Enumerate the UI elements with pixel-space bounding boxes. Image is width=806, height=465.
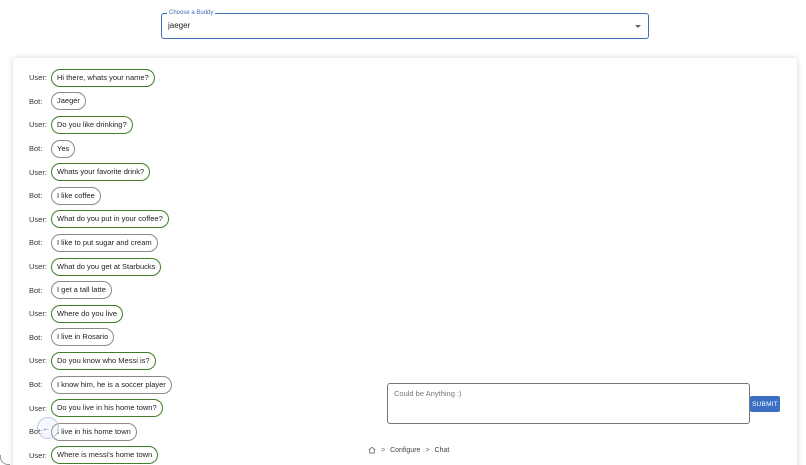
message-row: Bot: I get a tall latte — [29, 278, 172, 302]
user-message-bubble: Whats your favorite drink? — [51, 163, 151, 182]
breadcrumb-item-chat: Chat — [434, 446, 450, 454]
speaker-label: User: — [29, 309, 47, 319]
speaker-label: User: — [29, 450, 47, 460]
speaker-label: User: — [29, 403, 47, 413]
bot-message-bubble: Yes — [51, 139, 76, 158]
message-row: User: What do you put in your coffee? — [29, 208, 172, 232]
buddy-select-label: Choose a Buddy — [167, 8, 216, 18]
breadcrumb-separator: > — [381, 446, 386, 454]
message-row: User: Do you know who Messi is? — [29, 349, 172, 373]
window-corner — [0, 455, 10, 465]
message-row: User: Where is messi's home town — [29, 444, 172, 465]
breadcrumb-item-configure[interactable]: Configure — [390, 447, 420, 454]
user-message-bubble: Do you like drinking? — [51, 115, 133, 134]
buddy-select-value: jaeger — [168, 21, 191, 30]
speaker-label: Bot: — [29, 144, 43, 154]
user-message-bubble: Where is messi's home town — [51, 446, 159, 465]
message-row: User: Do you like drinking? — [29, 113, 172, 137]
user-message-bubble: What do you put in your coffee? — [51, 210, 169, 229]
message-row: User: Hi there, whats your name? — [29, 66, 172, 90]
message-row: Bot: I like to put sugar and cream — [29, 231, 172, 255]
cursor-arrow-icon: ← — [42, 424, 50, 433]
user-message-bubble: What do you get at Starbucks — [51, 257, 162, 276]
message-row: User: Where do you live — [29, 302, 172, 326]
user-message-bubble: Do you live in his home town? — [51, 399, 163, 418]
speaker-label: Bot: — [29, 238, 43, 248]
bot-message-bubble: I get a tall latte — [51, 281, 112, 300]
user-message-bubble: Where do you live — [51, 304, 124, 323]
speaker-label: Bot: — [29, 191, 43, 201]
speaker-label: Bot: — [29, 380, 43, 390]
message-row: Bot: I live in Rosario — [29, 326, 172, 350]
speaker-label: User: — [29, 356, 47, 366]
speaker-label: User: — [29, 262, 47, 272]
message-input[interactable] — [394, 389, 734, 398]
caret-down-icon — [635, 25, 641, 28]
speaker-label: User: — [29, 214, 47, 224]
bot-message-bubble: I like coffee — [51, 186, 101, 205]
bot-message-bubble: I live in his home town — [51, 422, 137, 441]
bot-message-bubble: I know him, he is a soccer player — [51, 375, 172, 394]
home-icon[interactable] — [368, 446, 376, 454]
user-message-bubble: Hi there, whats your name? — [51, 68, 155, 87]
message-row: User: Whats your favorite drink? — [29, 160, 172, 184]
message-row: User: What do you get at Starbucks — [29, 255, 172, 279]
submit-button[interactable]: SUBMIT — [750, 396, 780, 412]
bot-message-bubble: I live in Rosario — [51, 328, 115, 347]
speaker-label: Bot: — [29, 332, 43, 342]
message-row: Bot: Jaeger — [29, 90, 172, 114]
speaker-label: Bot: — [29, 285, 43, 295]
user-message-bubble: Do you know who Messi is? — [51, 351, 156, 370]
speaker-label: Bot: — [29, 96, 43, 106]
bot-message-bubble: I like to put sugar and cream — [51, 233, 158, 252]
breadcrumb-separator: > — [425, 446, 430, 454]
message-list: User: Hi there, whats your name? Bot: Ja… — [29, 66, 172, 465]
bot-message-bubble: Jaeger — [51, 92, 86, 111]
buddy-select[interactable]: Choose a Buddy jaeger — [161, 8, 649, 39]
speaker-label: User: — [29, 120, 47, 130]
message-row: Bot: I know him, he is a soccer player — [29, 373, 172, 397]
message-row: Bot: I like coffee — [29, 184, 172, 208]
breadcrumb: > Configure > Chat — [368, 446, 449, 454]
speaker-label: User: — [29, 167, 47, 177]
message-row: Bot: Yes — [29, 137, 172, 161]
speaker-label: User: — [29, 73, 47, 83]
message-input-box[interactable] — [387, 383, 750, 424]
